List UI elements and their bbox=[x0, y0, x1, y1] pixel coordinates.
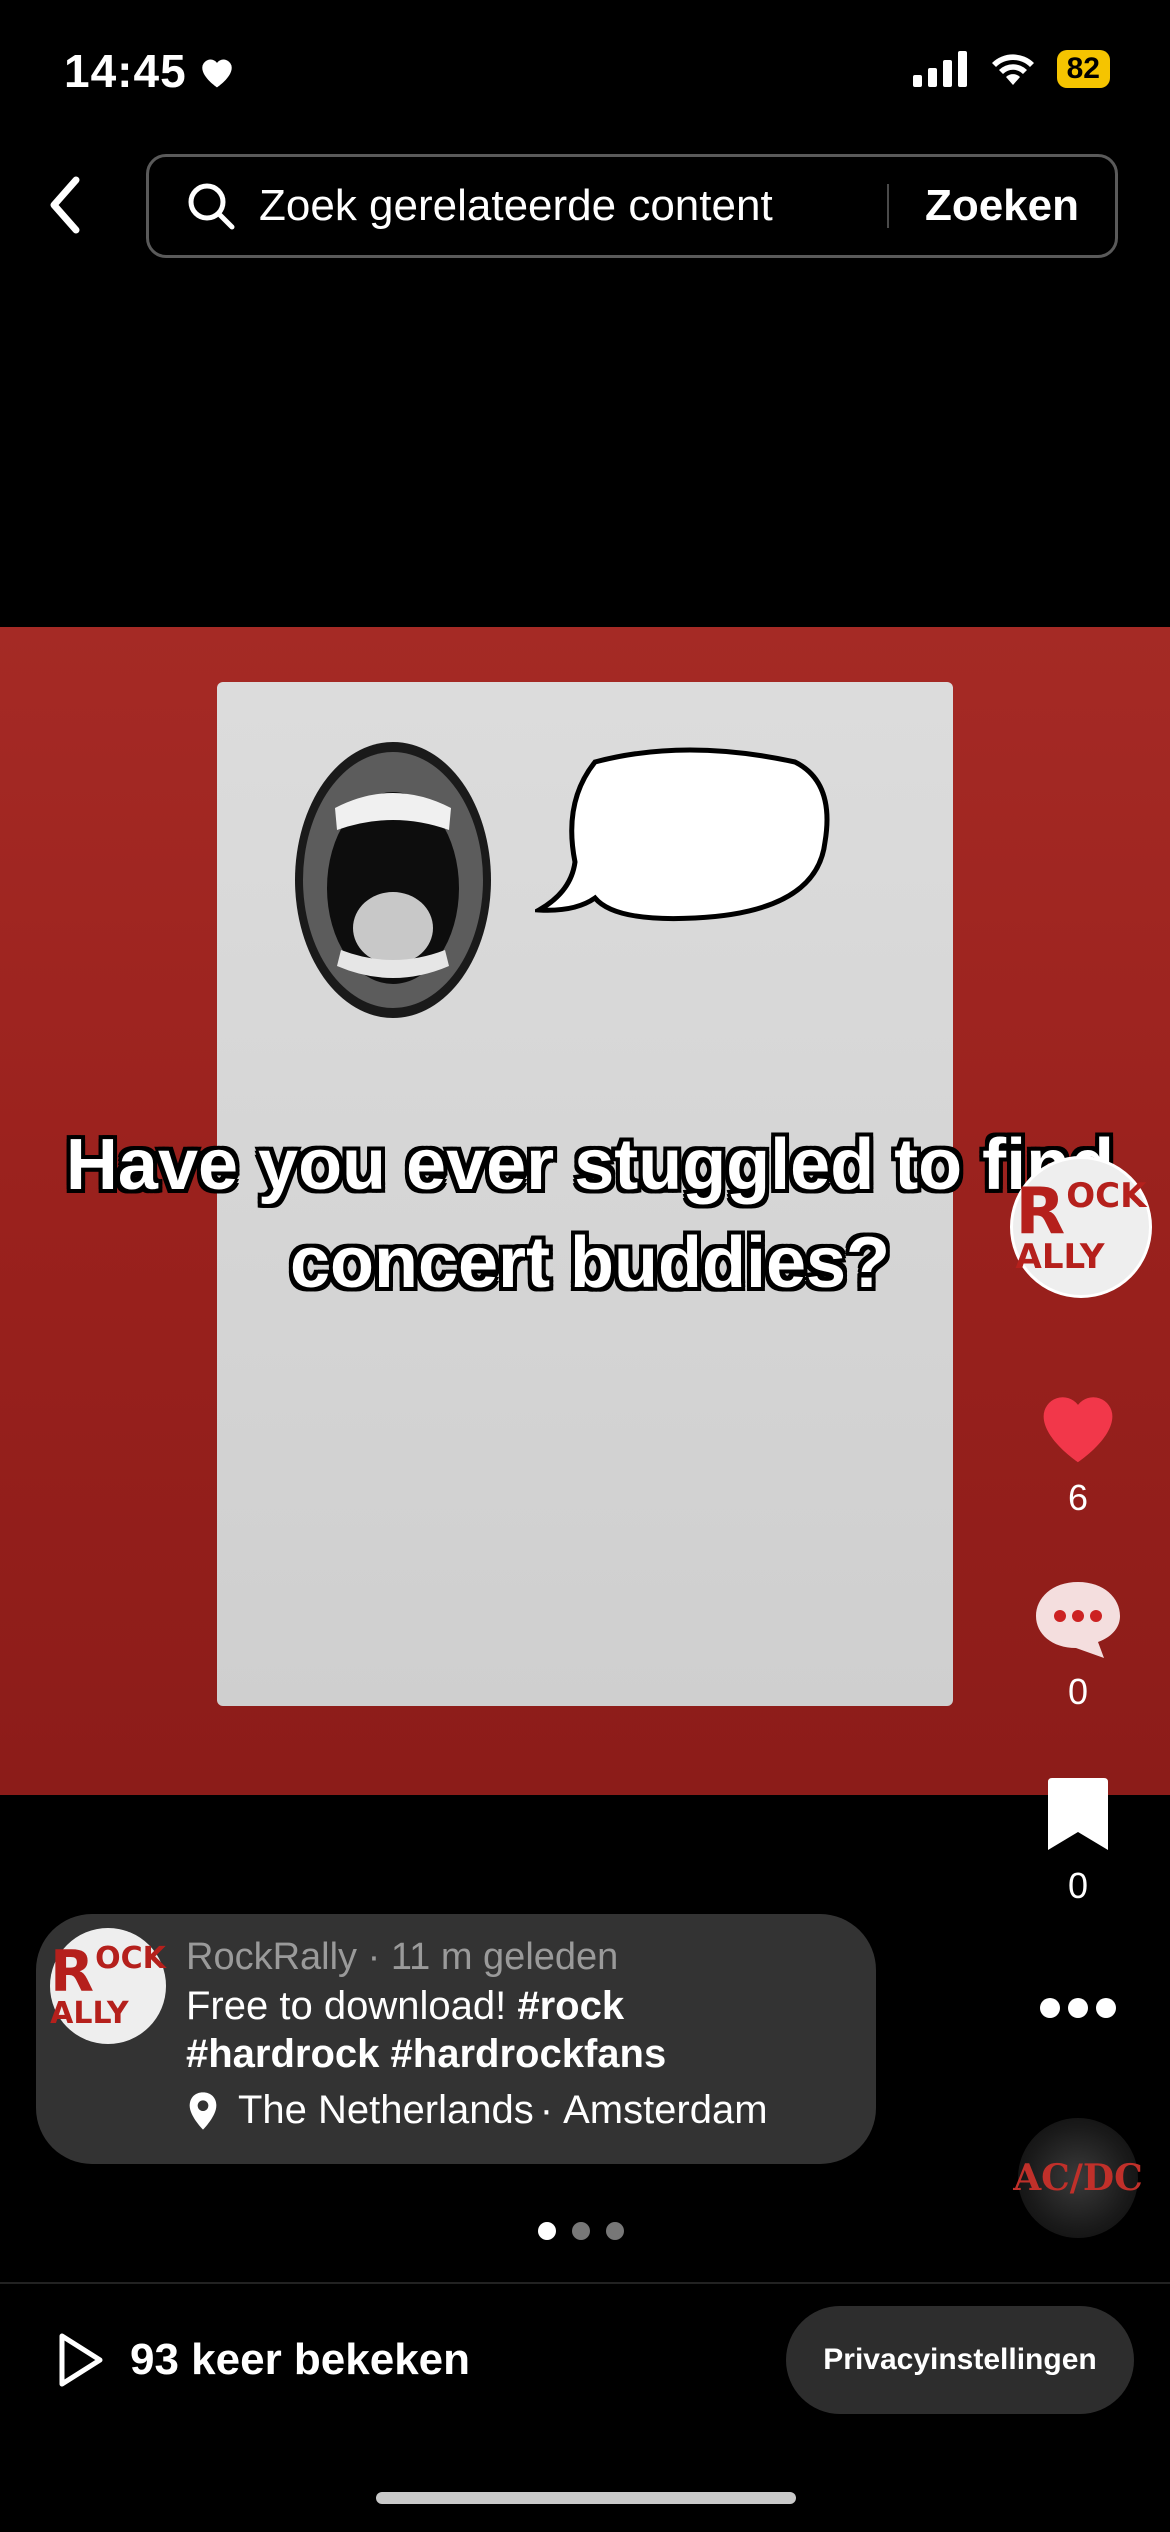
author-name[interactable]: RockRally bbox=[186, 1936, 357, 1978]
footer-divider bbox=[0, 2282, 1170, 2284]
shouting-mouth-image bbox=[295, 742, 491, 1018]
heart-icon bbox=[201, 59, 232, 88]
author-avatar[interactable]: R OCK ALLY bbox=[50, 1928, 166, 2044]
more-options-button[interactable] bbox=[998, 1996, 1158, 2025]
search-icon bbox=[188, 183, 235, 230]
status-time: 14:45 bbox=[64, 44, 237, 98]
privacy-settings-button[interactable]: Privacyinstellingen bbox=[786, 2306, 1134, 2414]
creator-avatar[interactable]: R OCK ALLY bbox=[1010, 1156, 1152, 1298]
heart-icon bbox=[1043, 1397, 1113, 1463]
more-dots-icon bbox=[1040, 1998, 1116, 2018]
chevron-left-icon bbox=[50, 176, 80, 234]
post-meta: RockRally · 11 m geleden bbox=[186, 1936, 618, 1979]
location-country: The Netherlands bbox=[238, 2088, 534, 2132]
music-disc-label: AC/DC bbox=[1013, 2157, 1143, 2199]
search-bar[interactable]: Zoek gerelateerde content Zoeken bbox=[146, 154, 1118, 258]
carousel-indicator bbox=[538, 2222, 624, 2240]
status-indicators: 82 bbox=[912, 50, 1110, 88]
comment-count: 0 bbox=[1067, 1671, 1089, 1712]
view-count-text: 93 keer bekeken bbox=[130, 2335, 471, 2384]
meta-separator: · bbox=[367, 1936, 391, 1978]
carousel-dot[interactable] bbox=[538, 2222, 556, 2240]
description-text: Free to download! bbox=[186, 1984, 507, 2028]
comment-icon bbox=[1036, 1582, 1120, 1658]
rockrally-logo-small: R OCK ALLY bbox=[50, 1939, 166, 2031]
location-pin-icon bbox=[189, 2091, 217, 2130]
carousel-dot[interactable] bbox=[572, 2222, 590, 2240]
search-button[interactable]: Zoeken bbox=[889, 181, 1115, 231]
hashtag-rock[interactable]: #rock bbox=[517, 1984, 624, 2028]
hashtag-hardrockfans[interactable]: #hardrockfans bbox=[391, 2032, 667, 2076]
like-button[interactable]: 6 bbox=[998, 1382, 1158, 1519]
save-count: 0 bbox=[1067, 1865, 1089, 1906]
status-time-text: 14:45 bbox=[64, 45, 187, 97]
signal-icon bbox=[912, 51, 967, 87]
home-indicator[interactable] bbox=[376, 2492, 796, 2504]
hashtag-hardrock[interactable]: #hardrock bbox=[186, 2032, 379, 2076]
save-button[interactable]: 0 bbox=[998, 1776, 1158, 1907]
like-count: 6 bbox=[1067, 1477, 1089, 1518]
battery-indicator: 82 bbox=[1056, 50, 1110, 88]
post-description: Free to download! #rock #hardrock #hardr… bbox=[186, 1982, 846, 2078]
location-separator: · bbox=[539, 2088, 554, 2132]
back-button[interactable] bbox=[40, 170, 90, 240]
music-disc[interactable]: AC/DC bbox=[1013, 2118, 1143, 2238]
carousel-dot[interactable] bbox=[606, 2222, 624, 2240]
bookmark-icon bbox=[1048, 1778, 1108, 1850]
play-icon bbox=[59, 2333, 103, 2387]
video-caption: Have you ever stuggled to find concert b… bbox=[65, 1125, 1115, 1303]
search-input[interactable]: Zoek gerelateerde content bbox=[259, 181, 887, 231]
rockrally-logo: R OCK ALLY bbox=[1015, 1174, 1147, 1278]
comment-button[interactable]: 0 bbox=[998, 1576, 1158, 1713]
wifi-icon bbox=[991, 54, 1034, 85]
location-city: Amsterdam bbox=[563, 2088, 768, 2132]
post-time: 11 m geleden bbox=[390, 1936, 619, 1978]
post-location[interactable]: The Netherlands · Amsterdam bbox=[186, 2088, 768, 2133]
speech-bubble-image bbox=[535, 747, 830, 922]
view-count: 93 keer bekeken bbox=[56, 2332, 470, 2388]
